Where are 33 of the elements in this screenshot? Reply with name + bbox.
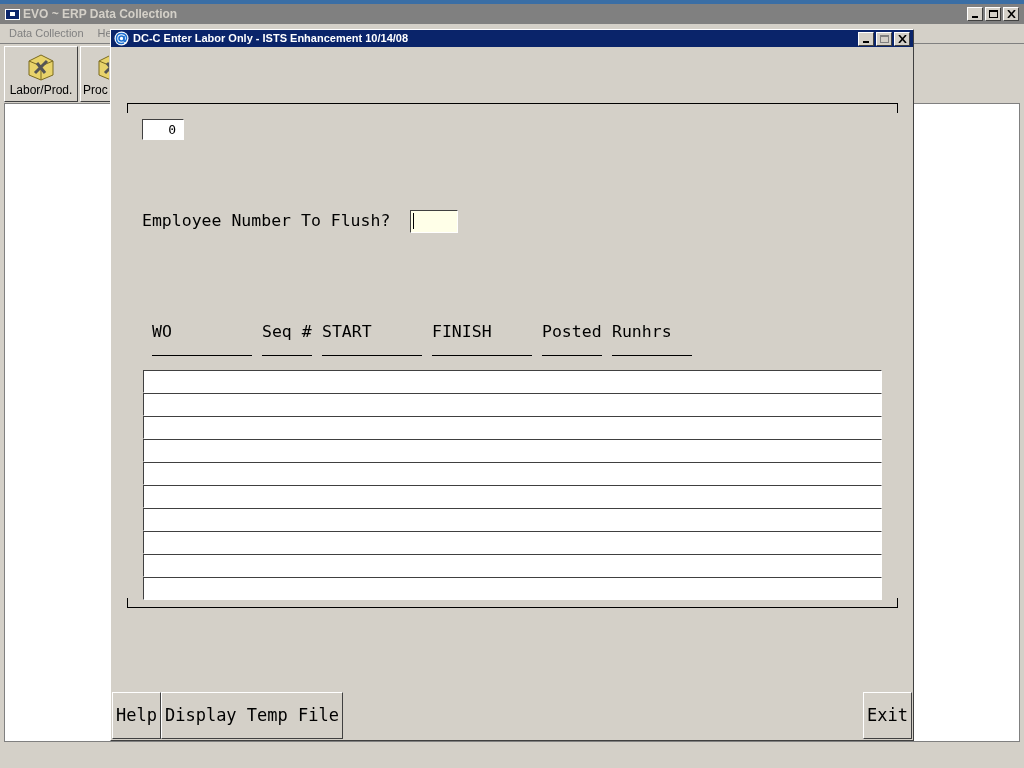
maximize-icon[interactable] <box>876 31 892 46</box>
grid-row-field[interactable] <box>143 485 882 508</box>
app-icon <box>5 8 20 20</box>
exit-button[interactable]: Exit <box>863 692 912 739</box>
grid-row-field[interactable] <box>143 531 882 554</box>
toolbar-button[interactable]: Labor/Prod. <box>4 46 78 102</box>
maximize-icon[interactable] <box>985 7 1001 21</box>
grid-row-field[interactable] <box>143 554 882 577</box>
employee-number-field[interactable] <box>410 209 459 233</box>
prompt-label: Employee Number To Flush? <box>142 210 391 232</box>
grid-row-field[interactable] <box>143 462 882 485</box>
close-icon[interactable] <box>894 31 910 46</box>
dialog-title: DC-C Enter Labor Only - ISTS Enhancement 10/14/08 <box>133 31 409 47</box>
grid-row-field[interactable] <box>143 577 882 600</box>
window-title: EVO ~ ERP Data Collection <box>23 6 178 23</box>
column-header: Posted <box>542 321 602 343</box>
grid-row-field[interactable] <box>143 439 882 462</box>
action-button[interactable]: Help <box>112 692 161 739</box>
column-header: Runhrs <box>612 321 672 343</box>
column-header: FINISH <box>432 321 492 343</box>
grid-row-field[interactable] <box>143 416 882 439</box>
column-header: Seq # <box>262 321 312 343</box>
grid-row-field[interactable] <box>143 370 882 393</box>
counter-field[interactable]: 0 <box>142 119 184 140</box>
column-header: WO <box>152 321 172 343</box>
grid-row-field[interactable] <box>143 508 882 531</box>
close-icon[interactable] <box>1003 7 1019 21</box>
action-button[interactable]: Display Temp File <box>160 692 343 739</box>
column-header: START <box>322 321 372 343</box>
toolbar-button[interactable]: Proc <box>80 46 110 102</box>
minimize-icon[interactable] <box>858 31 874 46</box>
grid-row-field[interactable] <box>143 393 882 416</box>
minimize-icon[interactable] <box>967 7 983 21</box>
